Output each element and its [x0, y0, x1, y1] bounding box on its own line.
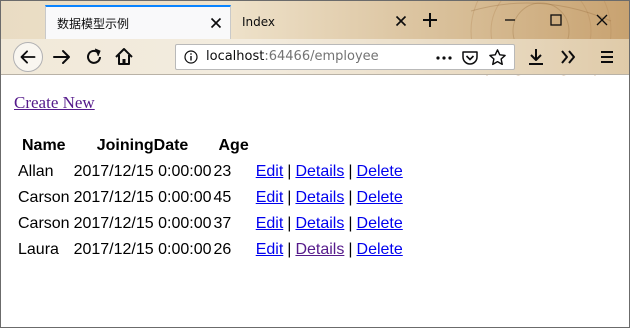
overflow-chevron-icon[interactable] — [555, 44, 581, 70]
cell-name: Laura — [18, 241, 59, 258]
edit-link[interactable]: Edit — [256, 163, 284, 180]
url-path: :64466/employee — [264, 49, 379, 64]
cell-age: 45 — [213, 189, 232, 206]
new-tab-icon[interactable] — [419, 9, 441, 31]
maximize-icon[interactable] — [545, 9, 567, 31]
bookmark-star-icon[interactable] — [488, 48, 507, 67]
tab-label: 数据模型示例 — [57, 16, 130, 31]
link-separator: | — [348, 241, 353, 258]
link-separator: | — [348, 163, 353, 180]
cell-joining-date: 2017/12/15 0:00:00 — [73, 189, 212, 206]
cell-actions: Edit | Details | Delete — [256, 212, 404, 236]
header-age: Age — [218, 137, 249, 154]
navigation-bar: localhost:64466/employee — [1, 39, 629, 75]
page-actions-icon[interactable] — [434, 51, 454, 65]
edit-link[interactable]: Edit — [256, 189, 284, 206]
link-separator: | — [287, 215, 292, 232]
cell-name: Carson — [18, 215, 70, 232]
delete-link[interactable]: Delete — [357, 241, 403, 258]
link-separator: | — [348, 215, 353, 232]
home-icon[interactable] — [111, 44, 137, 70]
url-bar[interactable]: localhost:64466/employee — [175, 44, 515, 70]
delete-link[interactable]: Delete — [357, 215, 403, 232]
link-separator: | — [287, 163, 292, 180]
cell-age: 23 — [213, 163, 232, 180]
table-row: Allan 2017/12/15 0:00:00 23 Edit | Details… — [16, 160, 404, 184]
delete-link[interactable]: Delete — [357, 163, 403, 180]
pocket-icon[interactable] — [461, 49, 479, 67]
tab-active[interactable]: 数据模型示例 — [45, 5, 231, 39]
link-separator: | — [348, 189, 353, 206]
create-new-link[interactable]: Create New — [14, 93, 95, 113]
back-arrow-icon[interactable] — [13, 42, 43, 72]
table-header-row: Name JoiningDate Age — [16, 134, 404, 158]
tab-strip: 数据模型示例 Index — [1, 1, 629, 77]
minimize-icon[interactable] — [499, 9, 521, 31]
close-window-icon[interactable] — [591, 9, 613, 31]
close-tab-icon[interactable] — [393, 13, 409, 29]
cell-age: 26 — [213, 241, 232, 258]
url-text[interactable]: localhost:64466/employee — [206, 49, 379, 64]
link-separator: | — [287, 189, 292, 206]
details-link[interactable]: Details — [295, 241, 344, 258]
download-icon[interactable] — [523, 44, 549, 70]
delete-link[interactable]: Delete — [357, 189, 403, 206]
cell-actions: Edit | Details | Delete — [256, 186, 404, 210]
details-link[interactable]: Details — [295, 163, 344, 180]
cell-joining-date: 2017/12/15 0:00:00 — [73, 241, 212, 258]
cell-name: Allan — [18, 163, 54, 180]
table-row: Carson 2017/12/15 0:00:00 45 Edit | Detail… — [16, 186, 404, 210]
url-host: localhost — [206, 49, 265, 64]
details-link[interactable]: Details — [295, 215, 344, 232]
header-actions — [256, 134, 404, 158]
info-icon[interactable] — [184, 50, 198, 64]
tab-index[interactable]: Index — [231, 5, 415, 39]
hamburger-menu-icon[interactable] — [594, 44, 620, 70]
table-row: Carson 2017/12/15 0:00:00 37 Edit | Detail… — [16, 212, 404, 236]
table-row: Laura 2017/12/15 0:00:00 26 Edit | Details… — [16, 238, 404, 262]
employee-table: Name JoiningDate Age Allan 2017/12/15 0:… — [14, 132, 406, 264]
browser-window: 数据模型示例 Index localhost:64466/employee Cr… — [0, 0, 630, 328]
cell-joining-date: 2017/12/15 0:00:00 — [73, 163, 212, 180]
edit-link[interactable]: Edit — [256, 215, 284, 232]
header-joining-date: JoiningDate — [96, 137, 189, 154]
details-link[interactable]: Details — [295, 189, 344, 206]
page-content: Create New Name JoiningDate Age Allan 20… — [1, 76, 629, 327]
header-name: Name — [22, 137, 66, 154]
edit-link[interactable]: Edit — [256, 241, 284, 258]
close-tab-icon[interactable] — [208, 15, 224, 31]
tab-label: Index — [242, 15, 276, 29]
cell-actions: Edit | Details | Delete — [256, 160, 404, 184]
link-separator: | — [287, 241, 292, 258]
cell-name: Carson — [18, 189, 70, 206]
reload-icon[interactable] — [81, 44, 107, 70]
forward-arrow-icon[interactable] — [49, 44, 75, 70]
cell-joining-date: 2017/12/15 0:00:00 — [73, 215, 212, 232]
cell-actions: Edit | Details | Delete — [256, 238, 404, 262]
cell-age: 37 — [213, 215, 232, 232]
